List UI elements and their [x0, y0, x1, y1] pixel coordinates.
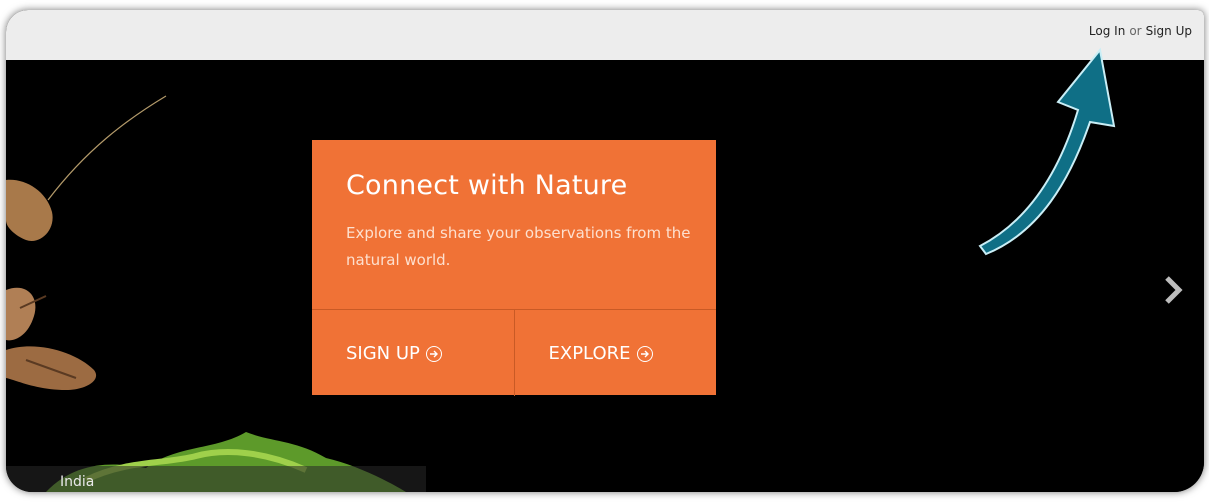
- insect-antenna: [47, 95, 167, 201]
- auth-links: Log In or Sign Up: [1089, 24, 1192, 38]
- arrow-circle-right-icon: [636, 346, 653, 362]
- chevron-right-icon: [1165, 276, 1183, 304]
- insect-leg-1: [6, 287, 36, 341]
- carousel-next-button[interactable]: [1162, 273, 1186, 307]
- hero-card: Connect with Nature Explore and share yo…: [312, 140, 716, 396]
- explore-button-label: EXPLORE: [548, 342, 631, 364]
- explore-button[interactable]: EXPLORE: [515, 310, 717, 396]
- signup-button[interactable]: SIGN UP: [312, 310, 515, 396]
- hero-title: Connect with Nature: [346, 170, 628, 201]
- top-bar: Log In or Sign Up: [6, 10, 1204, 60]
- hero-carousel: Connect with Nature Explore and share yo…: [6, 60, 1204, 492]
- photo-caption: India: [60, 474, 95, 490]
- hero-actions: SIGN UP EXPLORE: [312, 309, 716, 396]
- login-link[interactable]: Log In: [1089, 24, 1125, 38]
- signup-link[interactable]: Sign Up: [1146, 24, 1192, 38]
- signup-button-label: SIGN UP: [346, 342, 420, 364]
- photo-caption-bar: India: [6, 466, 426, 492]
- screenshot-frame: Log In or Sign Up Connect with Nature Expl…: [6, 10, 1204, 492]
- insect-head: [6, 179, 53, 241]
- or-text: or: [1129, 24, 1142, 38]
- arrow-circle-right-icon: [425, 346, 442, 362]
- hero-subtitle: Explore and share your observations from…: [346, 224, 691, 269]
